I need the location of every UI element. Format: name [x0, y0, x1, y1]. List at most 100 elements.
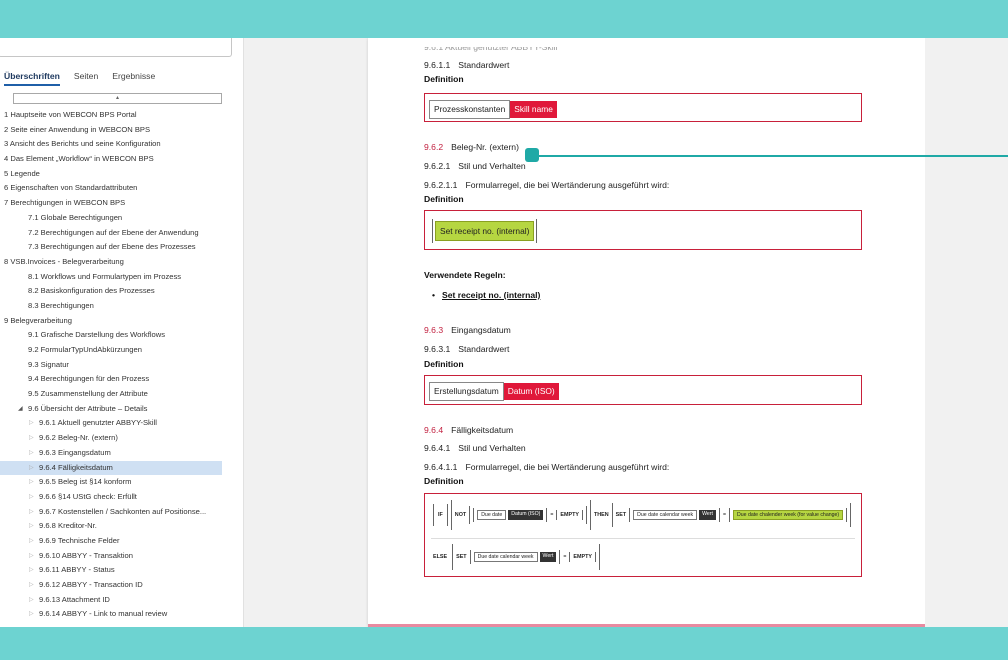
nav-heading-item[interactable]: ▷ 9.6.13 Attachment ID	[0, 593, 243, 608]
nav-heading-label: 8.1 Workflows und Formulartypen im Proze…	[28, 271, 182, 281]
collapsed-triangle-icon[interactable]: ▷	[29, 519, 34, 534]
nav-heading-item[interactable]: 7.2 Berechtigungen auf der Ebene der Anw…	[0, 226, 243, 241]
nav-heading-item[interactable]: 5 Legende	[0, 167, 243, 182]
nav-heading-item[interactable]: ▷ 9.6.3 Eingangsdatum	[0, 446, 243, 461]
rule-chip: Set receipt no. (internal)	[435, 221, 535, 241]
nav-heading-item[interactable]: 8.1 Workflows und Formulartypen im Proze…	[0, 270, 243, 285]
nav-heading-label: 9.6.2 Beleg-Nr. (extern)	[39, 433, 118, 443]
nav-tabs: Überschriften Seiten Ergebnisse	[4, 71, 155, 86]
else-set-bracket: SET Due date calendar week Wert = EMPTY	[452, 544, 600, 570]
nav-heading-label: 7.1 Globale Berechtigungen	[28, 212, 123, 222]
nav-heading-item[interactable]: ◢7 Berechtigungen in WEBCON BPS	[0, 196, 243, 211]
nav-heading-label: 9.6.11 ABBYY - Status	[39, 565, 115, 575]
rule-definition-box: IF NOT Due date Datum (ISO) = EMPTY THEN …	[424, 493, 862, 577]
nav-heading-label: 9.2 FormularTypUndAbkürzungen	[28, 345, 142, 354]
nav-heading-item[interactable]: 7.1 Globale Berechtigungen	[0, 211, 243, 226]
collapsed-triangle-icon[interactable]: ▷	[29, 475, 34, 490]
collapsed-triangle-icon[interactable]: ▷	[29, 563, 34, 578]
page-footer-band	[368, 624, 925, 627]
nav-heading-item[interactable]: ◢9 Belegverarbeitung	[0, 314, 243, 329]
cut-heading: 9.6.1 Aktuell genutzter ABBYY-Skill	[424, 42, 558, 52]
nav-heading-item[interactable]: ◢ 9.6 Übersicht der Attribute – Details	[0, 402, 243, 417]
collapsed-triangle-icon[interactable]: ▷	[29, 534, 34, 549]
heading-9-6-4-1-1: 9.6.4.1.1 Formularregel, die bei Wertände…	[424, 462, 670, 472]
nav-heading-item[interactable]: 9.5 Zusammenstellung der Attribute	[0, 387, 243, 402]
collapsed-triangle-icon[interactable]: ▷	[29, 607, 34, 622]
nav-heading-label: 9.6.9 Technische Felder	[39, 535, 120, 545]
nav-heading-label: 9.6.13 Attachment ID	[39, 594, 110, 604]
date-iso-chip: Datum (ISO)	[503, 383, 559, 400]
nav-heading-item[interactable]: ▷ 9.6.5 Beleg ist §14 konform	[0, 475, 243, 490]
nav-heading-item[interactable]: ▷ 9.6.14 ABBYY - Link to manual review	[0, 607, 243, 622]
creation-date-chip: Erstellungsdatum	[429, 382, 504, 401]
tab-pages[interactable]: Seiten	[74, 71, 98, 86]
expanded-triangle-icon[interactable]: ◢	[18, 402, 23, 417]
nav-heading-item[interactable]: 9.1 Grafische Darstellung des Workflows	[0, 328, 243, 343]
nav-heading-item[interactable]: 7.3 Berechtigungen auf der Ebene des Pro…	[0, 240, 243, 255]
definition-box: Prozesskonstanten Skill name	[424, 93, 862, 122]
nav-heading-item[interactable]: 9.3 Signatur	[0, 358, 243, 373]
search-input[interactable]	[0, 38, 232, 57]
nav-heading-item[interactable]: 8.2 Basiskonfiguration des Prozesses	[0, 284, 243, 299]
collapsed-triangle-icon[interactable]: ▷	[29, 549, 34, 564]
nav-heading-item[interactable]: 9.2 FormularTypUndAbkürzungen	[0, 343, 243, 358]
nav-heading-label: 9.6.5 Beleg ist §14 konform	[39, 477, 132, 487]
nav-heading-item[interactable]: ▷ 9.6.7 Kostenstellen / Sachkonten auf Po…	[0, 505, 243, 520]
nav-heading-item[interactable]: 6 Eigenschaften von Standardattributen	[0, 181, 243, 196]
nav-heading-label: 2 Seite einer Anwendung in WEBCON BPS	[4, 124, 151, 134]
if-expression: IF NOT Due date Datum (ISO) = EMPTY THEN …	[433, 500, 852, 530]
nav-heading-label: 6 Eigenschaften von Standardattributen	[4, 183, 138, 193]
nav-heading-item[interactable]: ▷ 9.6.10 ABBYY - Transaktion	[0, 549, 243, 564]
tab-results[interactable]: Ergebnisse	[112, 71, 155, 86]
nav-heading-item[interactable]: 1 Hauptseite von WEBCON BPS Portal	[0, 108, 243, 123]
nav-heading-label: 9.5 Zusammenstellung der Attribute	[28, 389, 148, 399]
collapsed-triangle-icon[interactable]: ▷	[29, 490, 34, 505]
definition-label: Definition	[424, 194, 464, 204]
nav-heading-item[interactable]: ◢8 VSB.Invoices - Belegverarbeitung	[0, 255, 243, 270]
nav-heading-item[interactable]: ▷ 9.6.2 Beleg-Nr. (extern)	[0, 431, 243, 446]
used-rule-link[interactable]: Set receipt no. (internal)	[432, 290, 540, 300]
callout-line	[532, 155, 1008, 157]
nav-heading-item[interactable]: ▷ 9.6.9 Technische Felder	[0, 534, 243, 549]
nav-heading-item[interactable]: 9.4 Berechtigungen für den Prozess	[0, 372, 243, 387]
heading-9-6-4-1: 9.6.4.1 Stil und Verhalten	[424, 443, 526, 453]
collapsed-triangle-icon[interactable]: ▷	[29, 416, 34, 431]
nav-heading-label: 9 Belegverarbeitung	[4, 315, 72, 325]
heading-9-6-3: 9.6.3 Eingangsdatum	[424, 325, 511, 335]
definition-label: Definition	[424, 74, 464, 84]
collapsed-triangle-icon[interactable]: ▷	[29, 431, 34, 446]
nav-heading-label: 9.4 Berechtigungen für den Prozess	[28, 374, 150, 384]
used-rules-label: Verwendete Regeln:	[424, 270, 506, 280]
heading-9-6-2-1-1: 9.6.2.1.1 Formularregel, die bei Wertände…	[424, 180, 670, 190]
nav-heading-item[interactable]: 3 Ansicht des Berichts und seine Konfigu…	[0, 137, 243, 152]
collapsed-triangle-icon[interactable]: ▷	[29, 505, 34, 520]
nav-heading-item[interactable]: ▷ 9.6.11 ABBYY - Status	[0, 563, 243, 578]
nav-heading-label: 7.2 Berechtigungen auf der Ebene der Anw…	[28, 227, 199, 237]
document-margin-left	[244, 38, 368, 627]
nav-heading-item[interactable]: 4 Das Element „Workflow“ in WEBCON BPS	[0, 152, 243, 167]
collapsed-triangle-icon[interactable]: ▷	[29, 593, 34, 608]
tab-headings[interactable]: Überschriften	[4, 71, 60, 86]
collapsed-triangle-icon[interactable]: ▷	[29, 461, 34, 476]
collapsed-triangle-icon[interactable]: ▷	[29, 446, 34, 461]
nav-heading-item[interactable]: ▷ 9.6.8 Kreditor-Nr.	[0, 519, 243, 534]
collapse-all-button[interactable]: ▴	[13, 93, 222, 104]
navigation-pane: Überschriften Seiten Ergebnisse ▴ 1 Haup…	[0, 38, 244, 627]
not-bracket: NOT Due date Datum (ISO) = EMPTY	[450, 500, 591, 530]
heading-9-6-3-1: 9.6.3.1 Standardwert	[424, 344, 510, 354]
definition-label: Definition	[424, 476, 464, 486]
nav-heading-item[interactable]: 2 Seite einer Anwendung in WEBCON BPS	[0, 123, 243, 138]
nav-heading-label: 9.6.7 Kostenstellen / Sachkonten auf Pos…	[39, 506, 207, 516]
nav-heading-label: 9.6.6 §14 UStG check: Erfüllt	[39, 491, 137, 501]
nav-heading-item[interactable]: ▷ 9.6.1 Aktuell genutzter ABBYY-Skill	[0, 416, 243, 431]
nav-heading-label: 9.6.8 Kreditor-Nr.	[39, 521, 97, 531]
divider	[431, 538, 855, 539]
else-expression: ELSE SET Due date calendar week Wert = EM…	[433, 544, 600, 570]
collapsed-triangle-icon[interactable]: ▷	[29, 578, 34, 593]
nav-heading-item[interactable]: ▷ 9.6.6 §14 UStG check: Erfüllt	[0, 490, 243, 505]
nav-heading-item[interactable]: 8.3 Berechtigungen	[0, 299, 243, 314]
document-page: 9.6.1 Aktuell genutzter ABBYY-Skill 9.6.…	[368, 38, 925, 627]
nav-heading-item[interactable]: ▷ 9.6.12 ABBYY - Transaction ID	[0, 578, 243, 593]
heading-9-6-4: 9.6.4 Fälligkeitsdatum	[424, 425, 514, 435]
nav-heading-item[interactable]: ▷ 9.6.4 Fälligkeitsdatum	[0, 460, 222, 476]
